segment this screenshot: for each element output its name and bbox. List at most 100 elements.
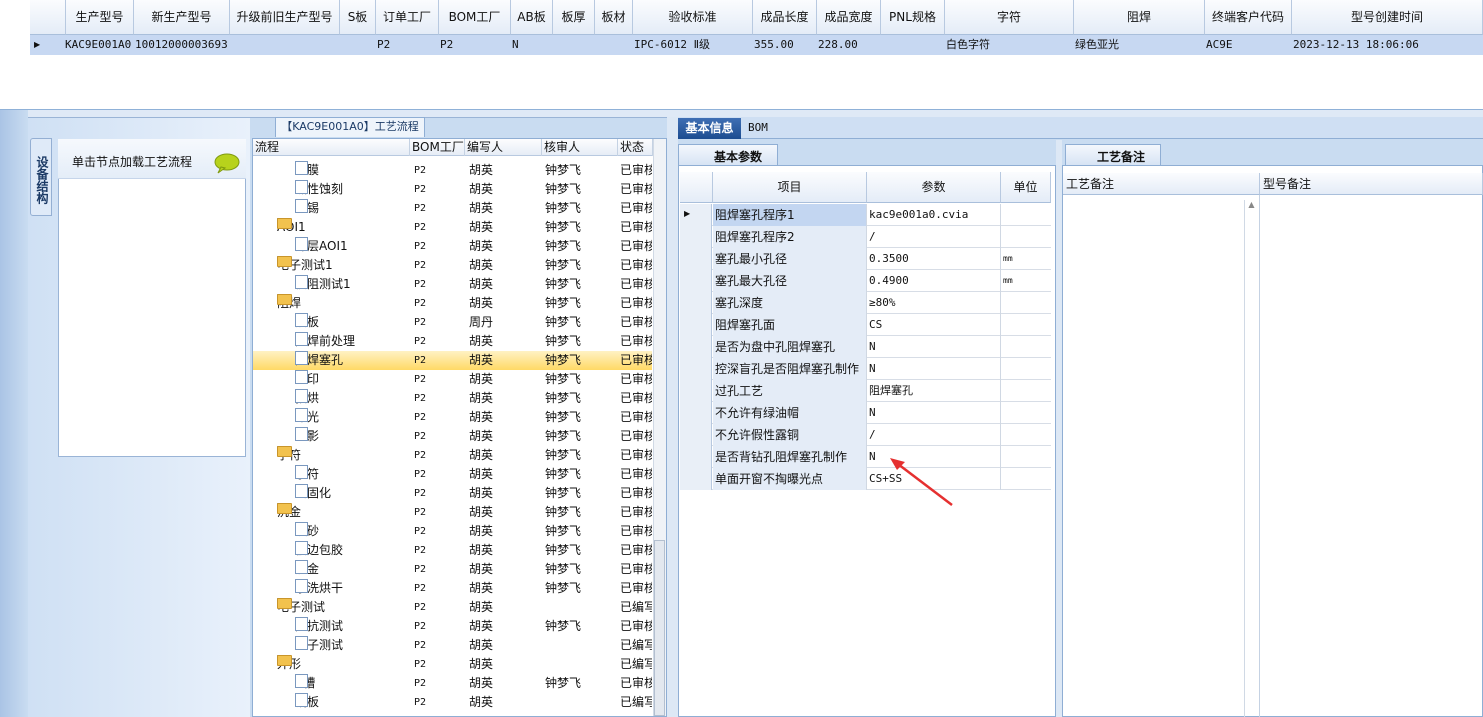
param-row[interactable]: 阻焊塞孔程序2/ [680, 226, 1051, 248]
tree-node[interactable]: 水洗烘干 P2 胡英 钟梦飞 已审核 [253, 579, 652, 598]
param-row[interactable]: 单面开窗不掏曝光点 CS+SS [680, 468, 1051, 490]
cell[interactable]: P2 [374, 35, 434, 55]
equipment-structure-tab[interactable]: 设备结构 [30, 138, 52, 216]
param-col-header[interactable]: 参数 [867, 172, 1001, 203]
row-selector[interactable] [680, 380, 712, 402]
tree-node[interactable]: 阻焊塞孔 P2 胡英 钟梦飞 已审核 [253, 351, 652, 370]
tree-col-header[interactable]: 核审人 [542, 139, 618, 156]
tab-basic-params[interactable]: 基本参数 [678, 144, 778, 165]
param-value[interactable]: / [867, 226, 1001, 248]
tab-basic-info[interactable]: 基本信息 [678, 118, 741, 139]
tab-process-notes[interactable]: 工艺备注 [1065, 144, 1161, 165]
param-row[interactable]: 控深盲孔是否阻焊塞孔制作 N [680, 358, 1051, 380]
cell[interactable]: N [509, 35, 549, 55]
row-selector[interactable] [680, 446, 712, 468]
tree-node[interactable]: 阻焊前处理 P2 胡英 钟梦飞 已审核 [253, 332, 652, 351]
tab-bom[interactable]: BOM [748, 118, 788, 139]
tree-node[interactable]: −AOI1P2胡英钟梦飞已审核 [253, 218, 652, 237]
param-value[interactable]: 0.4900 [867, 270, 1001, 292]
col-header[interactable]: 验收标准 [633, 0, 753, 35]
col-header[interactable]: BOM工厂 [439, 0, 511, 35]
param-row[interactable]: 塞孔最大孔径 0.4900 mm [680, 270, 1051, 292]
tree-node[interactable]: −沉金P2胡英钟梦飞已审核 [253, 503, 652, 522]
row-selector[interactable] [680, 314, 712, 336]
col-header[interactable]: PNL规格 [881, 0, 945, 35]
tree-node[interactable]: 预烘P2胡英钟梦飞已审核 [253, 389, 652, 408]
param-value[interactable]: / [867, 424, 1001, 446]
row-selector[interactable] [680, 226, 712, 248]
cell[interactable]: 355.00 [751, 35, 815, 55]
tree-node[interactable]: 喷砂P2胡英钟梦飞已审核 [253, 522, 652, 541]
cell[interactable]: 绿色亚光 [1072, 35, 1172, 55]
param-value[interactable]: ≥80% [867, 292, 1001, 314]
col-header[interactable]: 板厚 [553, 0, 595, 35]
cell[interactable]: AC9E [1203, 35, 1283, 55]
tree-node[interactable]: 终固化 P2 胡英 钟梦飞 已审核 [253, 484, 652, 503]
tree-node[interactable]: 字符P2胡英钟梦飞已审核 [253, 465, 652, 484]
row-selector[interactable] [680, 270, 712, 292]
param-row[interactable]: 塞孔深度 ≥80% [680, 292, 1051, 314]
tree-node[interactable]: 显影P2胡英钟梦飞已审核 [253, 427, 652, 446]
tree-node[interactable]: V槽P2胡英钟梦飞已审核 [253, 674, 652, 693]
tree-node[interactable]: −外形P2胡英已编写 [253, 655, 652, 674]
tree-node[interactable]: 曝光P2胡英钟梦飞已审核 [253, 408, 652, 427]
param-row[interactable]: 阻焊塞孔面 CS [680, 314, 1051, 336]
process-flow-tab[interactable]: 【KAC9E001A0】工艺流程 [275, 117, 425, 137]
tree-node[interactable]: 铣板P2胡英已编写 [253, 693, 652, 712]
tree-node[interactable]: 退膜P2胡英钟梦飞已审核 [253, 161, 652, 180]
notes-col-header[interactable]: 工艺备注 [1063, 173, 1260, 195]
param-row[interactable]: 是否背钻孔阻焊塞孔制作 N [680, 446, 1051, 468]
param-col-header[interactable]: 项目 [713, 172, 867, 203]
row-selector[interactable] [680, 468, 712, 490]
tree-node[interactable]: 阻抗测试 P2 胡英 钟梦飞 已审核 [253, 617, 652, 636]
tree-node[interactable]: 碱性蚀刻 P2 胡英 钟梦飞 已审核 [253, 180, 652, 199]
col-header[interactable]: 新生产型号 [134, 0, 230, 35]
tree-node[interactable]: 电子测试 P2 胡英 已编写 [253, 636, 652, 655]
tree-node[interactable]: 低阻测试1 P2 胡英 钟梦飞 已审核 [253, 275, 652, 294]
tree-node[interactable]: −电子测试1P2胡英钟梦飞已审核 [253, 256, 652, 275]
tree-node[interactable]: −电子测试P2胡英已编写 [253, 598, 652, 617]
param-row[interactable]: 不允许假性露铜 / [680, 424, 1051, 446]
tree-node[interactable]: −阻焊P2胡英钟梦飞已审核 [253, 294, 652, 313]
col-header[interactable]: 成品宽度 [817, 0, 881, 35]
tree-scroll-thumb[interactable] [654, 540, 665, 716]
param-value[interactable]: 阻焊塞孔 [867, 380, 1001, 402]
col-header[interactable]: 生产型号 [66, 0, 134, 35]
row-selector[interactable] [680, 248, 712, 270]
col-header[interactable]: S板 [340, 0, 376, 35]
param-row[interactable]: ▶ 阻焊塞孔程序1 kac9e001a0.cvia [680, 204, 1051, 226]
tree-node[interactable]: 板边包胶 P2 胡英 钟梦飞 已审核 [253, 541, 652, 560]
param-row[interactable]: 塞孔最小孔径 0.3500 mm [680, 248, 1051, 270]
tree-node[interactable]: 沉金P2胡英钟梦飞已审核 [253, 560, 652, 579]
row-selector[interactable] [680, 358, 712, 380]
cell[interactable]: 228.00 [815, 35, 879, 55]
col-header[interactable]: 订单工厂 [376, 0, 439, 35]
param-row[interactable]: 是否为盘中孔阻焊塞孔 N [680, 336, 1051, 358]
param-value[interactable]: N [867, 336, 1001, 358]
tree-col-header[interactable]: 流程 [253, 139, 410, 156]
row-selector[interactable] [680, 292, 712, 314]
tree-node[interactable]: 外层AOI1 P2 胡英 钟梦飞 已审核 [253, 237, 652, 256]
tree-col-header[interactable]: 状态 [618, 139, 653, 156]
cell[interactable]: P2 [437, 35, 497, 55]
param-value[interactable]: 0.3500 [867, 248, 1001, 270]
notes-col-header[interactable]: 型号备注 [1260, 173, 1483, 195]
tree-col-header[interactable]: 编写人 [465, 139, 542, 156]
param-value[interactable]: kac9e001a0.cvia [867, 204, 1001, 226]
row-selector[interactable] [680, 336, 712, 358]
param-row[interactable]: 过孔工艺 阻焊塞孔 [680, 380, 1051, 402]
tree-node[interactable]: 烘板P2周丹钟梦飞已审核 [253, 313, 652, 332]
tree-node[interactable]: −字符P2胡英钟梦飞已审核 [253, 446, 652, 465]
col-header[interactable]: 阻焊 [1074, 0, 1205, 35]
cell[interactable]: 2023-12-13 18:06:06 [1290, 35, 1470, 55]
col-header[interactable]: 升级前旧生产型号 [230, 0, 340, 35]
col-header[interactable]: AB板 [511, 0, 553, 35]
param-value[interactable]: CS [867, 314, 1001, 336]
row-selector[interactable]: ▶ [680, 204, 712, 226]
tree-node[interactable]: 退锡P2胡英钟梦飞已审核 [253, 199, 652, 218]
speech-bubble-icon[interactable] [214, 152, 240, 174]
row-selector[interactable] [680, 424, 712, 446]
tree-node[interactable]: 丝印P2胡英钟梦飞已审核 [253, 370, 652, 389]
col-header[interactable]: 终端客户代码 [1205, 0, 1292, 35]
col-header[interactable]: 板材 [595, 0, 633, 35]
